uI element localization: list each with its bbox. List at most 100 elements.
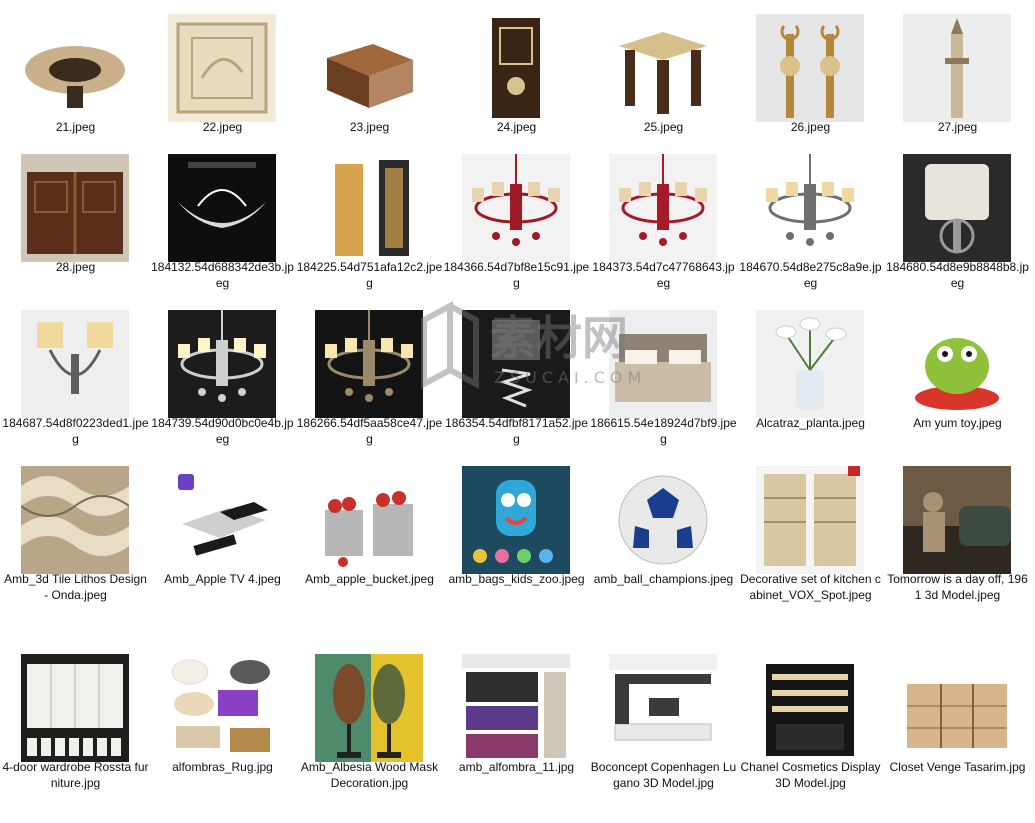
file-thumbnail[interactable] — [903, 310, 1011, 418]
file-name[interactable]: Amb_Apple TV 4.jpeg — [149, 571, 296, 587]
file-name[interactable]: 21.jpeg — [2, 119, 149, 135]
file-thumbnail[interactable] — [462, 154, 570, 262]
file-thumbnail[interactable] — [168, 154, 276, 262]
file-name[interactable]: Amb_Albesia Wood Mask Decoration.jpg — [296, 759, 443, 791]
file-item[interactable]: Amb_Apple TV 4.jpeg — [149, 454, 296, 604]
file-item[interactable]: 28.jpeg — [2, 142, 149, 292]
file-item[interactable]: Boconcept Copenhagen Lugano 3D Model.jpg — [590, 642, 737, 792]
file-thumbnail[interactable] — [756, 654, 864, 762]
file-name[interactable]: 184225.54d751afa12c2.jpeg — [296, 259, 443, 291]
file-name[interactable]: amb_alfombra_11.jpg — [443, 759, 590, 775]
file-item[interactable]: 24.jpeg — [443, 2, 590, 152]
file-name[interactable]: 184739.54d90d0bc0e4b.jpeg — [149, 415, 296, 447]
file-thumbnail[interactable] — [756, 154, 864, 262]
file-thumbnail[interactable] — [756, 14, 864, 122]
file-thumbnail[interactable] — [462, 310, 570, 418]
file-name[interactable]: 184687.54d8f0223ded1.jpeg — [2, 415, 149, 447]
file-name[interactable]: 184132.54d688342de3b.jpeg — [149, 259, 296, 291]
file-thumbnail[interactable] — [21, 154, 129, 262]
file-thumbnail[interactable] — [168, 310, 276, 418]
file-item[interactable]: alfombras_Rug.jpg — [149, 642, 296, 792]
file-item[interactable]: 184680.54d8e9b8848b8.jpeg — [884, 142, 1031, 292]
file-item[interactable]: 184132.54d688342de3b.jpeg — [149, 142, 296, 292]
file-name[interactable]: 184373.54d7c47768643.jpeg — [590, 259, 737, 291]
file-thumbnail[interactable] — [315, 310, 423, 418]
file-name[interactable]: Alcatraz_planta.jpeg — [737, 415, 884, 431]
file-thumbnail[interactable] — [756, 310, 864, 418]
file-item[interactable]: 186615.54e18924d7bf9.jpeg — [590, 298, 737, 448]
file-item[interactable]: 184373.54d7c47768643.jpeg — [590, 142, 737, 292]
file-item[interactable]: 184670.54d8e275c8a9e.jpeg — [737, 142, 884, 292]
file-item[interactable]: 21.jpeg — [2, 2, 149, 152]
file-name[interactable]: 184680.54d8e9b8848b8.jpeg — [884, 259, 1031, 291]
file-thumbnail[interactable] — [315, 654, 423, 762]
file-thumbnail[interactable] — [609, 466, 717, 574]
file-name[interactable]: 184670.54d8e275c8a9e.jpeg — [737, 259, 884, 291]
file-name[interactable]: 4-door wardrobe Rossta furniture.jpg — [2, 759, 149, 791]
file-item[interactable]: 184225.54d751afa12c2.jpeg — [296, 142, 443, 292]
file-item[interactable]: Closet Venge Tasarim.jpg — [884, 642, 1031, 792]
file-thumbnail[interactable] — [903, 654, 1011, 762]
file-thumbnail[interactable] — [168, 466, 276, 574]
file-item[interactable]: 22.jpeg — [149, 2, 296, 152]
file-item[interactable]: Amb_apple_bucket.jpeg — [296, 454, 443, 604]
file-item[interactable]: 186266.54df5aa58ce47.jpeg — [296, 298, 443, 448]
file-name[interactable]: Amb_3d Tile Lithos Design - Onda.jpeg — [2, 571, 149, 603]
file-name[interactable]: amb_ball_champions.jpeg — [590, 571, 737, 587]
file-item[interactable]: 26.jpeg — [737, 2, 884, 152]
file-item[interactable]: amb_ball_champions.jpeg — [590, 454, 737, 604]
file-name[interactable]: 186615.54e18924d7bf9.jpeg — [590, 415, 737, 447]
file-thumbnail[interactable] — [168, 14, 276, 122]
file-thumbnail[interactable] — [462, 466, 570, 574]
file-name[interactable]: 25.jpeg — [590, 119, 737, 135]
file-item[interactable]: 184687.54d8f0223ded1.jpeg — [2, 298, 149, 448]
file-name[interactable]: Tomorrow is a day off, 1961 3d Model.jpe… — [884, 571, 1031, 603]
file-item[interactable]: amb_bags_kids_zoo.jpeg — [443, 454, 590, 604]
file-name[interactable]: 27.jpeg — [884, 119, 1031, 135]
file-name[interactable]: Decorative set of kitchen cabinet_VOX_Sp… — [737, 571, 884, 603]
file-thumbnail[interactable] — [315, 154, 423, 262]
file-name[interactable]: 186354.54dfbf8171a52.jpeg — [443, 415, 590, 447]
file-name[interactable]: 184366.54d7bf8e15c91.jpeg — [443, 259, 590, 291]
file-thumbnail[interactable] — [609, 14, 717, 122]
file-name[interactable]: Boconcept Copenhagen Lugano 3D Model.jpg — [590, 759, 737, 791]
file-thumbnail[interactable] — [903, 154, 1011, 262]
file-name[interactable]: 23.jpeg — [296, 119, 443, 135]
file-item[interactable]: 27.jpeg — [884, 2, 1031, 152]
file-item[interactable]: 23.jpeg — [296, 2, 443, 152]
file-thumbnail[interactable] — [21, 14, 129, 122]
file-name[interactable]: Am yum toy.jpeg — [884, 415, 1031, 431]
file-thumbnail[interactable] — [168, 654, 276, 762]
file-thumbnail[interactable] — [756, 466, 864, 574]
file-thumbnail[interactable] — [21, 654, 129, 762]
file-name[interactable]: 26.jpeg — [737, 119, 884, 135]
file-item[interactable]: Am yum toy.jpeg — [884, 298, 1031, 448]
file-item[interactable]: Decorative set of kitchen cabinet_VOX_Sp… — [737, 454, 884, 604]
file-thumbnail[interactable] — [21, 310, 129, 418]
file-name[interactable]: amb_bags_kids_zoo.jpeg — [443, 571, 590, 587]
file-item[interactable]: Chanel Cosmetics Display 3D Model.jpg — [737, 642, 884, 792]
file-item[interactable]: amb_alfombra_11.jpg — [443, 642, 590, 792]
file-item[interactable]: 4-door wardrobe Rossta furniture.jpg — [2, 642, 149, 792]
file-thumbnail[interactable] — [903, 14, 1011, 122]
file-thumbnail[interactable] — [462, 654, 570, 762]
file-name[interactable]: Closet Venge Tasarim.jpg — [884, 759, 1031, 775]
file-item[interactable]: Amb_Albesia Wood Mask Decoration.jpg — [296, 642, 443, 792]
file-item[interactable]: 186354.54dfbf8171a52.jpeg — [443, 298, 590, 448]
file-thumbnail[interactable] — [462, 14, 570, 122]
file-name[interactable]: 28.jpeg — [2, 259, 149, 275]
file-thumbnail[interactable] — [609, 154, 717, 262]
file-item[interactable]: Tomorrow is a day off, 1961 3d Model.jpe… — [884, 454, 1031, 604]
file-name[interactable]: Amb_apple_bucket.jpeg — [296, 571, 443, 587]
file-thumbnail[interactable] — [609, 654, 717, 762]
file-name[interactable]: 186266.54df5aa58ce47.jpeg — [296, 415, 443, 447]
file-item[interactable]: Alcatraz_planta.jpeg — [737, 298, 884, 448]
file-name[interactable]: 22.jpeg — [149, 119, 296, 135]
file-item[interactable]: 25.jpeg — [590, 2, 737, 152]
file-thumbnail[interactable] — [903, 466, 1011, 574]
file-name[interactable]: Chanel Cosmetics Display 3D Model.jpg — [737, 759, 884, 791]
file-name[interactable]: alfombras_Rug.jpg — [149, 759, 296, 775]
file-item[interactable]: 184739.54d90d0bc0e4b.jpeg — [149, 298, 296, 448]
file-thumbnail[interactable] — [315, 466, 423, 574]
file-name[interactable]: 24.jpeg — [443, 119, 590, 135]
